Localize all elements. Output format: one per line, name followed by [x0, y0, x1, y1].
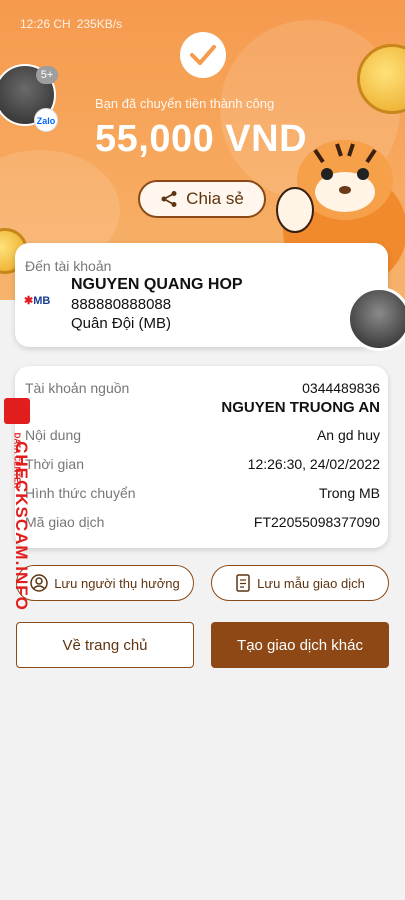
- source-account-row: Tài khoản nguồn 0344489836: [25, 380, 380, 396]
- beneficiary-bank: Quân Đội (MB): [71, 315, 172, 332]
- zalo-icon: Zalo: [34, 108, 58, 132]
- share-button[interactable]: Chia sẻ: [138, 180, 266, 218]
- beneficiary-avatar: [347, 287, 405, 351]
- document-icon: [236, 574, 250, 592]
- beneficiary-name: NGUYEN QUANG HOP: [71, 276, 243, 293]
- status-speed: 235KB/s: [76, 17, 123, 31]
- detail-value: Trong MB: [319, 485, 380, 501]
- new-transaction-button[interactable]: Tạo giao dịch khác: [211, 622, 389, 668]
- detail-value: FT22055098377090: [253, 514, 380, 530]
- transaction-details-card: Tài khoản nguồn 0344489836 NGUYEN TRUONG…: [15, 366, 388, 548]
- save-template-label: Lưu mẫu giao dịch: [257, 575, 365, 591]
- save-beneficiary-label: Lưu người thụ hưởng: [54, 575, 180, 591]
- mb-bank-logo: ✱MB: [24, 295, 51, 307]
- home-button[interactable]: Về trang chủ: [16, 622, 194, 668]
- detail-label: Hình thức chuyển: [25, 485, 136, 501]
- detail-row: Thời gian 12:26:30, 24/02/2022: [25, 456, 380, 472]
- success-check-icon: [180, 32, 226, 78]
- source-account-number: 0344489836: [302, 380, 380, 396]
- destination-card: Đến tài khoản ✱MB NGUYEN QUANG HOP 88888…: [15, 243, 388, 347]
- status-time: 12:26 CH: [20, 17, 71, 31]
- chat-count-badge: 5+: [36, 66, 58, 84]
- share-icon: [161, 191, 177, 207]
- save-template-button[interactable]: Lưu mẫu giao dịch: [211, 565, 389, 601]
- detail-row: Hình thức chuyển Trong MB: [25, 485, 380, 501]
- detail-row: Mã giao dịch FT22055098377090: [25, 514, 380, 530]
- detail-label: Mã giao dịch: [25, 514, 105, 530]
- source-account-label: Tài khoản nguồn: [25, 380, 130, 396]
- status-bar: 12:26 CH 235KB/s: [20, 14, 310, 34]
- detail-row: Nội dung An gd huy: [25, 427, 380, 443]
- source-account-name: NGUYEN TRUONG AN: [221, 399, 380, 416]
- destination-label: Đến tài khoản: [25, 258, 112, 274]
- detail-value: 12:26:30, 24/02/2022: [247, 456, 380, 472]
- detail-value: An gd huy: [316, 427, 380, 443]
- share-label: Chia sẻ: [186, 189, 244, 208]
- success-message: Bạn đã chuyển tiền thành công: [95, 96, 275, 111]
- save-beneficiary-button[interactable]: Lưu người thụ hưởng: [16, 565, 194, 601]
- beneficiary-account: 888880888088: [71, 296, 172, 313]
- watermark: DATA CENTER CHECKSCAM.INFO: [2, 398, 36, 611]
- watermark-brand: CHECKSCAM.INFO: [12, 441, 31, 611]
